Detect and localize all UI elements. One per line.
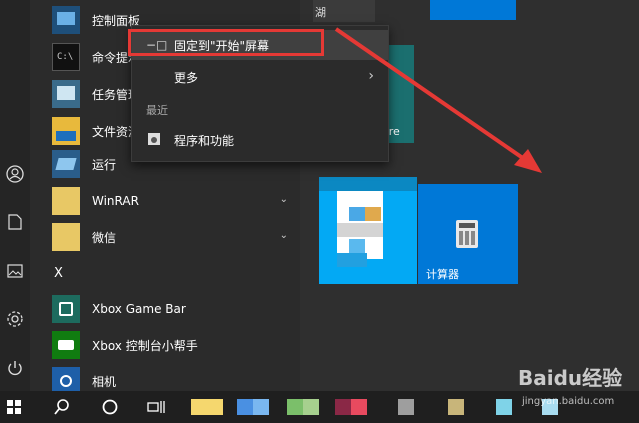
chevron-down-icon[interactable]: ⌄ — [280, 230, 288, 241]
xbox-game-bar-icon — [52, 295, 80, 323]
baidu-watermark: Baidu经验 jingyan.baidu.com — [518, 352, 638, 422]
xbox-companion-icon — [52, 331, 80, 359]
left-rail — [0, 0, 30, 391]
tile-top-right[interactable] — [430, 0, 516, 20]
windows-start-icon[interactable] — [0, 391, 28, 423]
settings-gear-icon[interactable] — [5, 309, 25, 329]
pictures-icon[interactable] — [5, 261, 25, 281]
run-icon — [52, 150, 80, 178]
list-item-winrar[interactable]: WinRAR ⌄ — [52, 184, 300, 218]
section-letter[interactable]: X — [54, 266, 63, 281]
menu-section-header: 最近 — [146, 104, 168, 117]
taskbar-app-red-icon[interactable] — [334, 391, 368, 423]
watermark-brand: Baidu经验 — [518, 366, 623, 390]
list-item-wechat[interactable]: 微信 ⌄ — [52, 220, 300, 254]
tile-calculator[interactable]: 计算器 — [418, 184, 518, 284]
programs-features-icon — [146, 132, 162, 149]
winrar-folder-icon — [52, 187, 80, 215]
tile-live-image[interactable] — [319, 177, 417, 284]
folder-icon — [52, 117, 80, 145]
calculator-icon — [456, 220, 478, 248]
tile-partial-top[interactable]: 湖 — [313, 0, 375, 22]
task-manager-icon — [52, 80, 80, 108]
list-item-label: 相机 — [92, 374, 117, 389]
tile-label: 湖 — [315, 6, 326, 19]
tile-label: 计算器 — [426, 268, 459, 281]
command-prompt-icon: C:\ — [52, 43, 80, 71]
cortana-icon[interactable] — [88, 391, 132, 423]
list-item-label: Xbox 控制台小帮手 — [92, 338, 198, 353]
user-icon[interactable] — [5, 164, 25, 184]
power-icon[interactable] — [5, 358, 25, 378]
list-item-label: Xbox Game Bar — [92, 302, 186, 316]
document-icon[interactable] — [5, 212, 25, 232]
taskbar-app-blue-icon[interactable] — [236, 391, 270, 423]
control-panel-icon — [52, 6, 80, 34]
list-item-label: 微信 — [92, 230, 117, 245]
list-item-xbox-companion[interactable]: Xbox 控制台小帮手 — [52, 328, 300, 362]
taskbar-app-tan-icon[interactable] — [446, 391, 466, 423]
menu-item-label: 程序和功能 — [174, 133, 235, 148]
list-item-label: 运行 — [92, 157, 117, 172]
wechat-folder-icon — [52, 223, 80, 251]
highlight-box — [128, 29, 324, 56]
annotation-arrow — [334, 27, 542, 173]
list-item-label: WinRAR — [92, 194, 139, 208]
taskbar-app-gray-icon[interactable] — [396, 391, 416, 423]
watermark-url: jingyan.baidu.com — [522, 396, 615, 407]
search-icon[interactable] — [40, 391, 84, 423]
taskbar-app-explorer-icon[interactable] — [190, 391, 224, 423]
list-item-xbox-game-bar[interactable]: Xbox Game Bar — [52, 292, 300, 326]
taskbar-app-cyan-icon[interactable] — [494, 391, 514, 423]
task-view-icon[interactable] — [134, 391, 178, 423]
chevron-down-icon[interactable]: ⌄ — [280, 194, 288, 205]
taskbar-app-green-icon[interactable] — [286, 391, 320, 423]
menu-item-label: 更多 — [174, 70, 199, 85]
